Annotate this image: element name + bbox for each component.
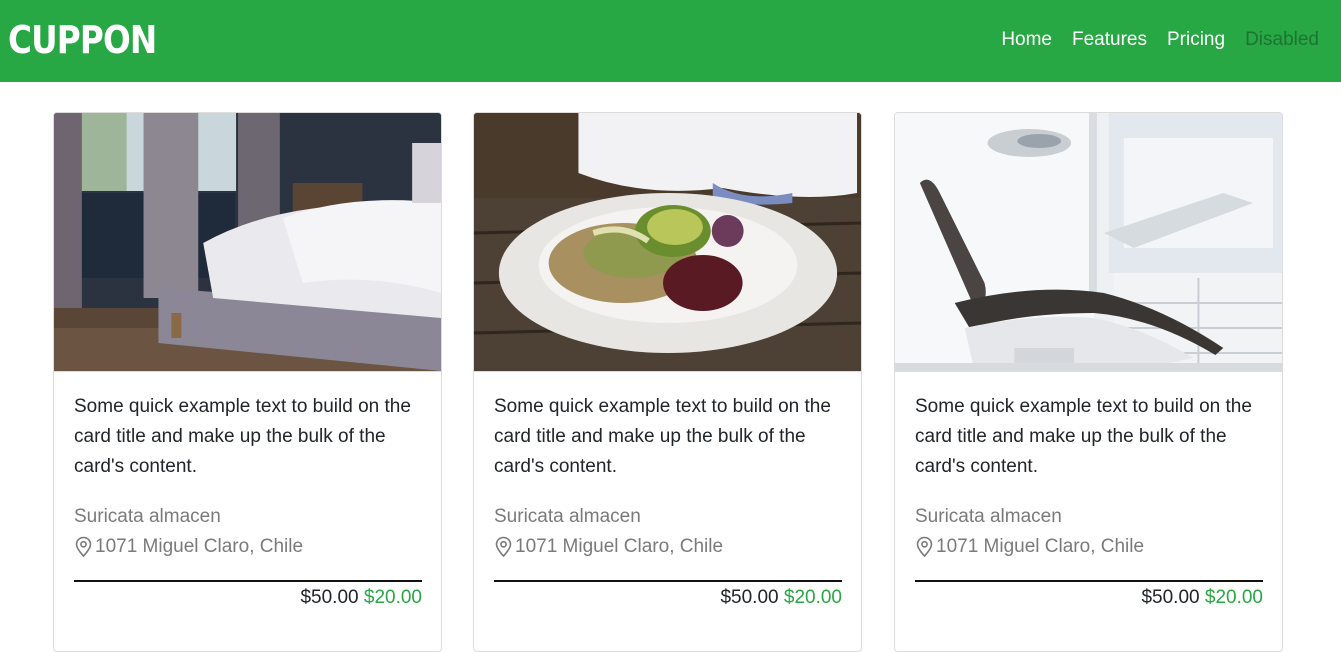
store-address: 1071 Miguel Claro, Chile bbox=[494, 532, 841, 562]
salad-plate-image bbox=[474, 113, 861, 372]
nav-link-pricing[interactable]: Pricing bbox=[1167, 28, 1225, 52]
card-text: Some quick example text to build on the … bbox=[74, 396, 411, 477]
nav-menu: Home Features Pricing Disabled bbox=[1001, 28, 1319, 52]
address-text: 1071 Miguel Claro, Chile bbox=[95, 536, 304, 557]
map-pin-icon bbox=[495, 536, 512, 558]
nav-link-home[interactable]: Home bbox=[1001, 28, 1052, 52]
coupon-card[interactable]: Some quick example text to build on the … bbox=[894, 112, 1283, 652]
store-name: Suricata almacen bbox=[915, 506, 1062, 527]
store-name: Suricata almacen bbox=[494, 506, 641, 527]
navbar: CUPPON Home Features Pricing Disabled bbox=[0, 0, 1341, 82]
store-name: Suricata almacen bbox=[74, 506, 221, 527]
store-address: 1071 Miguel Claro, Chile bbox=[74, 532, 421, 562]
address-text: 1071 Miguel Claro, Chile bbox=[936, 536, 1145, 557]
bedroom-image bbox=[54, 113, 441, 372]
new-price: $20.00 bbox=[783, 587, 842, 608]
old-price: $50.00 bbox=[720, 587, 779, 608]
divider bbox=[915, 580, 1263, 582]
card-text: Some quick example text to build on the … bbox=[915, 396, 1252, 477]
old-price: $50.00 bbox=[300, 587, 359, 608]
map-pin-icon bbox=[916, 536, 933, 558]
divider bbox=[494, 580, 842, 582]
store-address: 1071 Miguel Claro, Chile bbox=[915, 532, 1262, 562]
coupon-card[interactable]: Some quick example text to build on the … bbox=[53, 112, 442, 652]
new-price: $20.00 bbox=[363, 587, 422, 608]
nav-link-features[interactable]: Features bbox=[1072, 28, 1147, 52]
dental-chair-image bbox=[895, 113, 1282, 372]
divider bbox=[74, 580, 422, 582]
price-row: $50.00 $20.00 bbox=[494, 583, 842, 613]
price-row: $50.00 $20.00 bbox=[74, 583, 422, 613]
address-text: 1071 Miguel Claro, Chile bbox=[515, 536, 724, 557]
card-text: Some quick example text to build on the … bbox=[494, 396, 831, 477]
nav-link-disabled: Disabled bbox=[1245, 29, 1319, 50]
map-pin-icon bbox=[75, 536, 92, 558]
new-price: $20.00 bbox=[1204, 587, 1263, 608]
brand-logo[interactable]: CUPPON bbox=[8, 16, 157, 64]
old-price: $50.00 bbox=[1141, 587, 1200, 608]
price-row: $50.00 $20.00 bbox=[915, 583, 1263, 613]
coupon-card[interactable]: Some quick example text to build on the … bbox=[473, 112, 862, 652]
